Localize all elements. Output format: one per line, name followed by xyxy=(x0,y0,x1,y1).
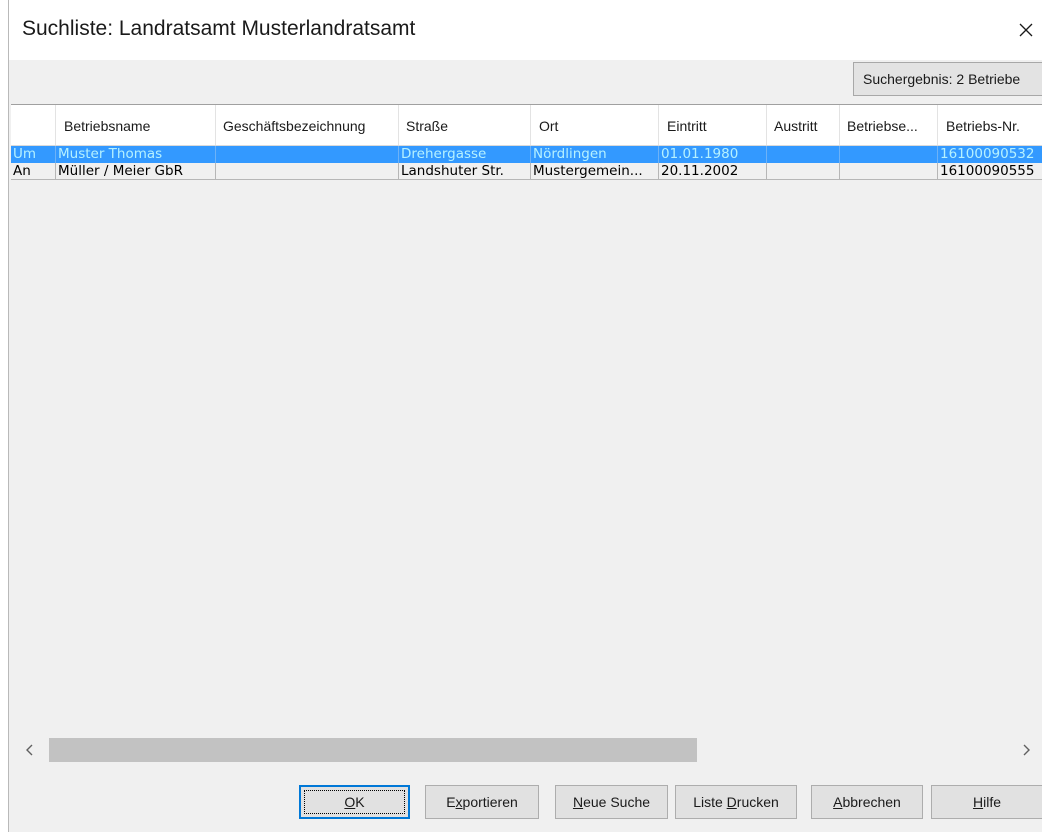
scroll-thumb[interactable] xyxy=(49,738,697,762)
close-icon xyxy=(1019,23,1033,37)
scroll-left-button[interactable] xyxy=(13,734,47,766)
column-header-marker[interactable] xyxy=(11,105,56,145)
chevron-right-icon xyxy=(1023,744,1030,756)
table-cell: Um xyxy=(11,146,56,163)
column-header-betriebsart[interactable]: Betriebse... xyxy=(840,105,938,145)
mnemonic-letter: D xyxy=(726,794,737,810)
table-row[interactable]: Um Muster Thomas Drehergasse Nördlingen … xyxy=(11,146,1042,163)
help-button[interactable]: Hilfe xyxy=(931,785,1042,819)
title-bar: Suchliste: Landratsamt Musterlandratsamt xyxy=(9,0,1042,60)
table-cell: 20.11.2002 xyxy=(659,163,767,180)
new-search-button[interactable]: Neue Suche xyxy=(555,785,668,819)
table-cell: Landshuter Str. xyxy=(399,163,531,180)
help-button-label: Hilfe xyxy=(972,794,1002,810)
scroll-track[interactable] xyxy=(49,738,1009,762)
table-cell xyxy=(216,163,399,180)
ok-button[interactable]: OK xyxy=(299,785,410,819)
scroll-right-button[interactable] xyxy=(1009,734,1042,766)
column-header-geschaeftsbezeichnung[interactable]: Geschäftsbezeichnung xyxy=(216,105,399,145)
table-cell: 01.01.1980 xyxy=(659,146,767,163)
table-cell xyxy=(767,146,840,163)
results-table[interactable]: Betriebsname Geschäftsbezeichnung Straße… xyxy=(11,104,1042,735)
table-cell: Muster Thomas xyxy=(56,146,216,163)
table-cell xyxy=(840,163,938,180)
cancel-button[interactable]: Abbrechen xyxy=(811,785,923,819)
export-button-label: Exportieren xyxy=(446,794,518,810)
table-cell xyxy=(767,163,840,180)
table-cell: Nördlingen xyxy=(531,146,659,163)
column-header-betriebsnr[interactable]: Betriebs-Nr. xyxy=(938,105,1042,145)
export-button[interactable]: Exportieren xyxy=(425,785,539,819)
column-header-betriebsname[interactable]: Betriebsname xyxy=(56,105,216,145)
new-search-button-label: Neue Suche xyxy=(572,794,651,810)
dialog-title: Suchliste: Landratsamt Musterlandratsamt xyxy=(22,17,416,40)
mnemonic-letter: N xyxy=(572,794,584,810)
column-header-austritt[interactable]: Austritt xyxy=(767,105,840,145)
close-button[interactable] xyxy=(1009,10,1042,50)
column-header-ort[interactable]: Ort xyxy=(531,105,659,145)
table-cell: 16100090555 xyxy=(938,163,1042,180)
mnemonic-letter: H xyxy=(972,794,984,810)
table-cell: 16100090532 xyxy=(938,146,1042,163)
column-header-eintritt[interactable]: Eintritt xyxy=(659,105,767,145)
table-cell: An xyxy=(11,163,56,180)
table-cell: Drehergasse xyxy=(399,146,531,163)
table-cell: Mustergemein... xyxy=(531,163,659,180)
horizontal-scrollbar[interactable] xyxy=(9,734,1042,766)
chevron-left-icon xyxy=(26,744,33,756)
print-list-button-label: Liste Drucken xyxy=(693,794,779,810)
table-cell xyxy=(216,146,399,163)
table-row[interactable]: An Müller / Meier GbR Landshuter Str. Mu… xyxy=(11,163,1042,180)
cancel-button-label: Abbrechen xyxy=(833,794,901,810)
table-header: Betriebsname Geschäftsbezeichnung Straße… xyxy=(11,105,1042,146)
focus-rectangle xyxy=(304,790,405,814)
mnemonic-letter: x xyxy=(455,794,463,810)
mnemonic-letter: A xyxy=(833,794,843,810)
column-header-strasse[interactable]: Straße xyxy=(399,105,531,145)
table-cell: Müller / Meier GbR xyxy=(56,163,216,180)
dialog-window: Suchliste: Landratsamt Musterlandratsamt… xyxy=(8,0,1042,832)
search-result-count: Suchergebnis: 2 Betriebe xyxy=(853,62,1042,96)
print-list-button[interactable]: Liste Drucken xyxy=(675,785,797,819)
table-cell xyxy=(840,146,938,163)
